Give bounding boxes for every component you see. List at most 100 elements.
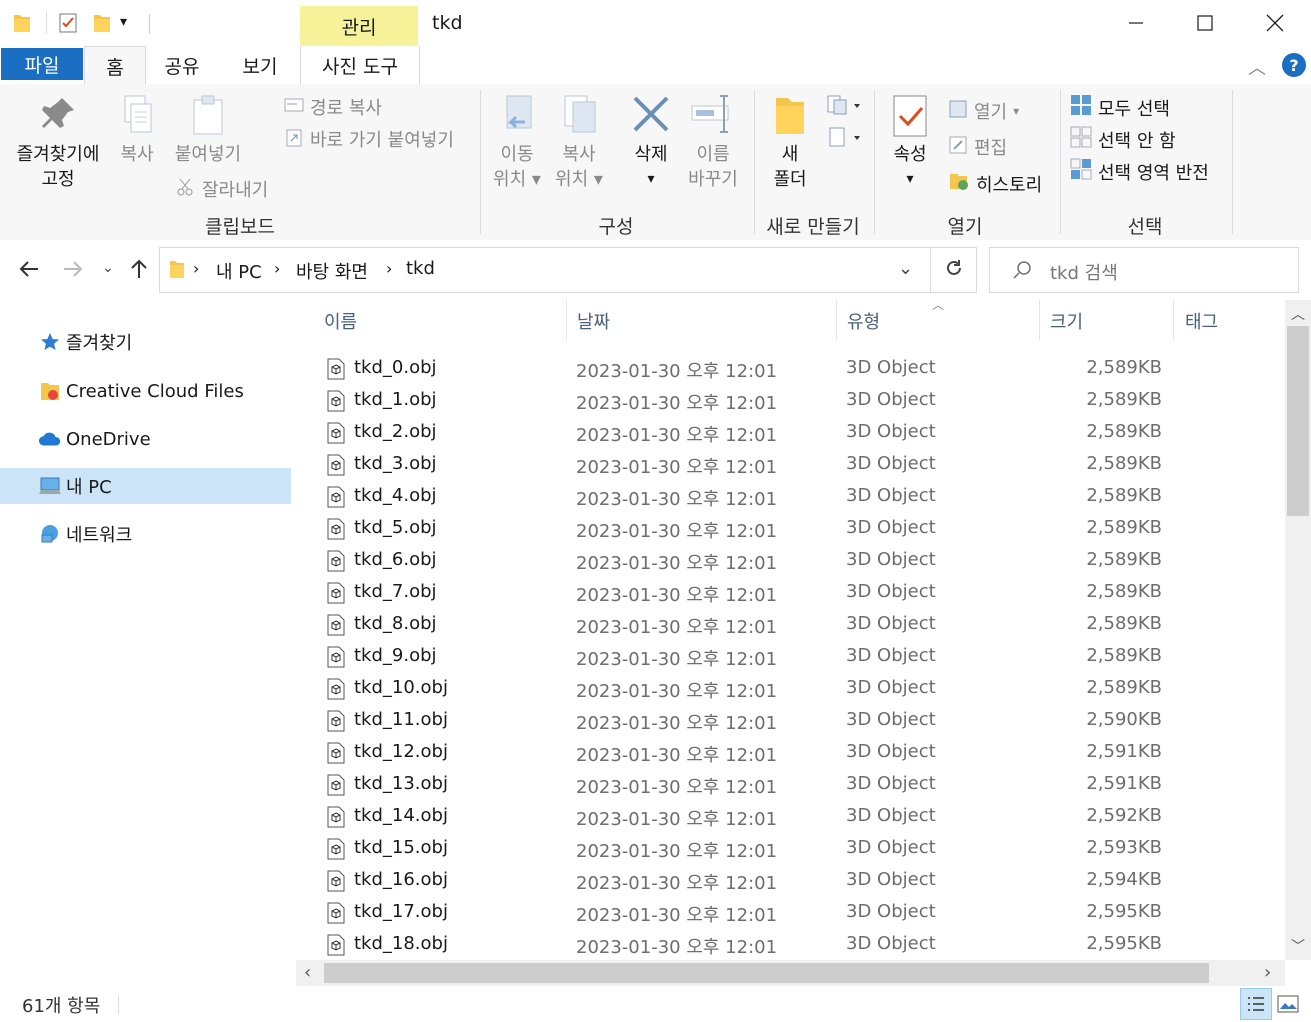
breadcrumb-desktop[interactable]: 바탕 화면 [296, 258, 368, 284]
table-row[interactable]: tkd_8.obj 2023-01-30 오후 12:01 3D Object 2,5… [296, 609, 1284, 641]
paste-shortcut-button[interactable]: 바로 가기 붙여넣기 [284, 126, 454, 152]
back-arrow-icon[interactable] [18, 258, 40, 284]
chevron-right-icon[interactable]: › [386, 259, 392, 278]
divider [118, 996, 119, 1014]
select-all-button[interactable]: 모두 선택 [1070, 94, 1170, 121]
recent-locations-icon[interactable]: ⌄ [102, 260, 114, 276]
edit-button[interactable]: 편집 [948, 134, 1007, 160]
table-row[interactable]: tkd_10.obj 2023-01-30 오후 12:01 3D Object 2,… [296, 673, 1284, 705]
table-row[interactable]: tkd_11.obj 2023-01-30 오후 12:01 3D Object 2,… [296, 705, 1284, 737]
scroll-up-arrow-icon[interactable]: ︿ [1291, 304, 1305, 324]
pin-to-quick-access-button[interactable]: 즐겨찾기에 고정 [8, 94, 108, 192]
tab-manage[interactable]: 관리 [300, 6, 418, 46]
delete-button[interactable]: 삭제 ▾ [624, 94, 678, 192]
column-header-name[interactable]: 이름 [324, 308, 357, 334]
customize-quick-access-icon[interactable]: ▾ [120, 14, 127, 30]
table-row[interactable]: tkd_14.obj 2023-01-30 오후 12:01 3D Object 2,… [296, 801, 1284, 833]
properties-quick-access-icon[interactable] [58, 12, 80, 34]
table-row[interactable]: tkd_6.obj 2023-01-30 오후 12:01 3D Object 2,5… [296, 545, 1284, 577]
copy-to-button[interactable]: 복사 위치 ▾ [550, 94, 608, 192]
table-row[interactable]: tkd_4.obj 2023-01-30 오후 12:01 3D Object 2,5… [296, 481, 1284, 513]
cut-button[interactable]: 잘라내기 [176, 176, 268, 202]
table-row[interactable]: tkd_15.obj 2023-01-30 오후 12:01 3D Object 2,… [296, 833, 1284, 865]
table-row[interactable]: tkd_0.obj 2023-01-30 오후 12:01 3D Object 2,5… [296, 353, 1284, 385]
scroll-right-arrow-icon[interactable]: › [1264, 962, 1271, 983]
new-item-button[interactable] [826, 94, 862, 120]
file-name: tkd_14.obj [354, 805, 448, 826]
file-date: 2023-01-30 오후 12:01 [576, 489, 778, 510]
table-row[interactable]: tkd_3.obj 2023-01-30 오후 12:01 3D Object 2,5… [296, 449, 1284, 481]
paste-button[interactable]: 붙여넣기 [170, 94, 246, 167]
refresh-icon[interactable] [944, 258, 964, 282]
tab-file[interactable]: 파일 [1, 48, 83, 80]
table-row[interactable]: tkd_9.obj 2023-01-30 오후 12:01 3D Object 2,5… [296, 641, 1284, 673]
table-row[interactable]: tkd_7.obj 2023-01-30 오후 12:01 3D Object 2,5… [296, 577, 1284, 609]
chevron-right-icon[interactable]: › [193, 259, 199, 278]
tab-photo-tools[interactable]: 사진 도구 [300, 46, 420, 84]
column-header-type[interactable]: 유형 [847, 308, 880, 334]
horizontal-scroll-thumb[interactable] [324, 963, 1209, 983]
open-button[interactable]: 열기 ▾ [948, 98, 1019, 124]
breadcrumb-my-pc[interactable]: 내 PC [216, 258, 262, 284]
scroll-left-arrow-icon[interactable]: ‹ [304, 962, 311, 983]
move-to-button[interactable]: 이동 위치 ▾ [488, 94, 546, 192]
invert-selection-button[interactable]: 선택 영역 반전 [1070, 158, 1209, 185]
pin-label-line2: 고정 [41, 169, 75, 190]
scroll-down-arrow-icon[interactable]: ﹀ [1291, 936, 1305, 956]
table-row[interactable]: tkd_12.obj 2023-01-30 오후 12:01 3D Object 2,… [296, 737, 1284, 769]
tab-share[interactable]: 공유 [150, 46, 214, 84]
rename-button[interactable]: 이름 바꾸기 [684, 94, 742, 192]
address-bar[interactable] [159, 247, 977, 293]
column-separator[interactable] [836, 300, 837, 340]
large-icons-view-button[interactable] [1274, 990, 1302, 1018]
search-box[interactable]: tkd 검색 [989, 247, 1299, 293]
nav-item-quick-access[interactable]: 즐겨찾기 [0, 324, 291, 360]
breadcrumb-tkd[interactable]: tkd [406, 258, 435, 279]
nav-item-network[interactable]: 네트워크 [0, 516, 291, 552]
history-button[interactable]: 히스토리 [948, 170, 1042, 197]
address-dropdown-icon[interactable]: ⌄ [898, 258, 913, 279]
minimize-button[interactable] [1101, 0, 1171, 46]
nav-item-onedrive[interactable]: OneDrive [0, 421, 291, 457]
file-size: 2,589KB [1086, 549, 1162, 570]
column-header-date[interactable]: 날짜 [577, 308, 610, 334]
tab-view[interactable]: 보기 [222, 46, 298, 84]
collapse-ribbon-icon[interactable]: ︿ [1248, 54, 1266, 80]
file-name: tkd_3.obj [354, 453, 437, 474]
table-row[interactable]: tkd_5.obj 2023-01-30 오후 12:01 3D Object 2,5… [296, 513, 1284, 545]
table-row[interactable]: tkd_16.obj 2023-01-30 오후 12:01 3D Object 2,… [296, 865, 1284, 897]
delete-dropdown-icon[interactable]: ▾ [624, 167, 678, 192]
easy-access-button[interactable] [826, 126, 862, 152]
table-row[interactable]: tkd_13.obj 2023-01-30 오후 12:01 3D Object 2,… [296, 769, 1284, 801]
forward-arrow-icon[interactable] [62, 258, 84, 284]
vertical-scroll-thumb[interactable] [1287, 326, 1309, 516]
nav-item-my-pc[interactable]: 내 PC [0, 468, 291, 504]
table-row[interactable]: tkd_18.obj 2023-01-30 오후 12:01 3D Object 2,… [296, 929, 1284, 961]
column-separator[interactable] [1173, 300, 1174, 340]
select-none-button[interactable]: 선택 안 함 [1070, 126, 1176, 153]
column-header-tags[interactable]: 태그 [1185, 308, 1218, 334]
table-row[interactable]: tkd_1.obj 2023-01-30 오후 12:01 3D Object 2,5… [296, 385, 1284, 417]
help-icon[interactable]: ? [1282, 53, 1306, 77]
properties-button[interactable]: 속성 ▾ [882, 94, 938, 192]
file-size: 2,594KB [1086, 869, 1162, 890]
tab-home[interactable]: 홈 [84, 46, 146, 85]
table-row[interactable]: tkd_17.obj 2023-01-30 오후 12:01 3D Object 2,… [296, 897, 1284, 929]
column-separator[interactable] [566, 300, 567, 340]
open-dropdown-icon[interactable]: ▾ [1013, 104, 1019, 118]
nav-item-creative-cloud[interactable]: Creative Cloud Files [0, 373, 291, 409]
table-row[interactable]: tkd_2.obj 2023-01-30 오후 12:01 3D Object 2,5… [296, 417, 1284, 449]
properties-dropdown-icon[interactable]: ▾ [882, 167, 938, 192]
copy-path-button[interactable]: 경로 복사 [284, 94, 382, 120]
maximize-button[interactable] [1170, 0, 1240, 46]
chevron-right-icon[interactable]: › [274, 259, 280, 278]
details-view-button[interactable] [1240, 988, 1272, 1020]
new-folder-button[interactable]: 새 폴더 [762, 94, 818, 192]
file-type: 3D Object [846, 901, 936, 922]
up-arrow-icon[interactable] [128, 258, 150, 284]
new-folder-quick-access-icon[interactable] [92, 12, 114, 34]
column-header-size[interactable]: 크기 [1050, 308, 1083, 334]
copy-button[interactable]: 복사 [112, 94, 162, 167]
close-button[interactable] [1240, 0, 1310, 46]
column-separator[interactable] [1039, 300, 1040, 340]
